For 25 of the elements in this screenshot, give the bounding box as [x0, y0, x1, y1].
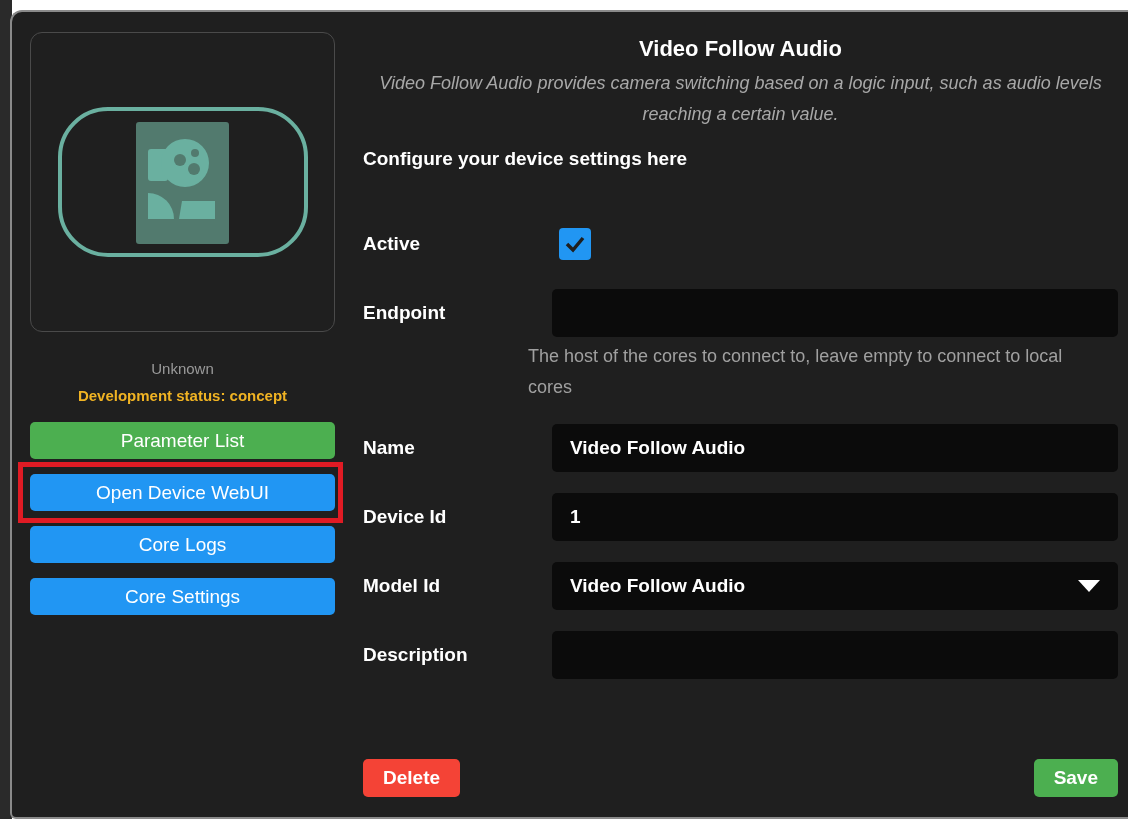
device-description: Video Follow Audio provides camera switching based on a logic input, such as audio levels reaching a certain value. [378, 72, 1103, 126]
field-label: Description [363, 644, 469, 666]
delete-button[interactable]: Delete [363, 759, 461, 797]
field-label: Device Id [363, 506, 448, 528]
side-button[interactable]: Open Device WebUI [30, 474, 335, 511]
active-checkbox[interactable] [559, 228, 591, 260]
field-label: Endpoint [363, 302, 447, 324]
dialog-title: Video Follow Audio [638, 36, 843, 62]
save-button[interactable]: Save [1033, 759, 1118, 797]
checkmark-icon [564, 235, 586, 253]
field-label: Active [363, 233, 422, 255]
side-button[interactable]: Core Settings [30, 578, 335, 615]
input-field[interactable]: 1 [552, 493, 1118, 541]
select-field[interactable]: Video Follow Audio [552, 562, 1118, 610]
device-status: Unknown [150, 360, 215, 377]
side-button[interactable]: Parameter List [30, 422, 335, 459]
field-help-text: The host of the cores to connect to, leave empty to connect to local cores [528, 345, 1064, 399]
input-field[interactable]: Video Follow Audio [552, 424, 1118, 472]
dropdown-caret-icon [1078, 580, 1100, 592]
section-label: Configure your device settings here [363, 148, 689, 170]
development-status: Development status: concept [76, 387, 289, 404]
field-label: Name [363, 437, 416, 459]
side-button[interactable]: Core Logs [30, 526, 335, 563]
device-logo-icon [56, 106, 309, 258]
field-label: Model Id [363, 575, 442, 597]
